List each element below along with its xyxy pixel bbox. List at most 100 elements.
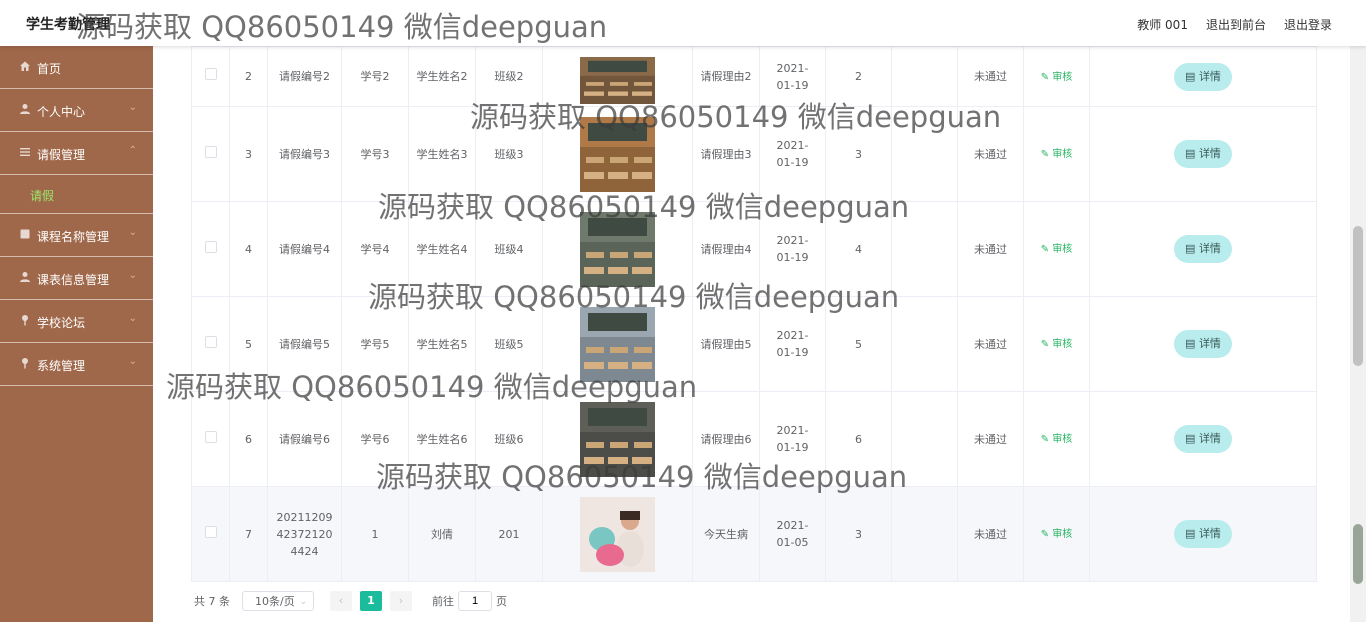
audit-button[interactable]: ✎ 审核 — [1041, 434, 1073, 445]
detail-button[interactable]: ▤ 详情 — [1174, 330, 1232, 358]
student-name-cell: 学生姓名2 — [408, 46, 476, 107]
edit-icon: ✎ — [1040, 244, 1053, 255]
chevron-down-icon: ⌄ — [128, 356, 137, 367]
page-size-value: 10条/页 — [255, 595, 295, 608]
row-checkbox[interactable] — [204, 335, 217, 348]
sidebar-item-home[interactable]: 首页 — [0, 46, 153, 89]
sidebar: 首页 个人中心 ⌄ 请假管理 ⌃ 请假 课程名称管理 ⌄ 课表信息管理 ⌄ 学校… — [0, 46, 153, 622]
book-icon — [20, 229, 30, 239]
chevron-up-icon: ⌃ — [128, 145, 137, 156]
goto-page-input[interactable] — [458, 591, 492, 611]
row-checkbox[interactable] — [204, 525, 217, 538]
sidebar-item-forum[interactable]: 学校论坛 ⌄ — [0, 300, 153, 343]
audit-button[interactable]: ✎ 审核 — [1041, 339, 1073, 350]
date-text: 2021-01-19 — [776, 139, 809, 169]
table-row: 6 请假编号6 学号6 学生姓名6 班级6 请假理由6 2021-01-19 6 未通过 ✎ 审核… — [191, 391, 1317, 487]
sidebar-item-leave-management[interactable]: 请假管理 ⌃ — [0, 132, 153, 175]
audit-cell: ✎ 审核 — [1023, 391, 1090, 487]
row-checkbox[interactable] — [204, 68, 217, 80]
checkbox-cell — [191, 201, 230, 297]
checkbox-cell — [191, 46, 230, 107]
student-name-cell: 学生姓名3 — [408, 106, 476, 202]
date-cell: 2021-01-19 — [759, 46, 826, 107]
checkbox-cell — [191, 391, 230, 487]
row-checkbox[interactable] — [204, 145, 217, 158]
sidebar-item-label: 首页 — [37, 62, 62, 76]
row-checkbox[interactable] — [204, 240, 217, 253]
sidebar-item-label: 请假管理 — [37, 148, 86, 162]
index-cell: 2 — [229, 46, 268, 107]
edit-icon: ✎ — [1040, 434, 1053, 445]
photo-cell — [542, 106, 693, 202]
page-scrollbar[interactable] — [1350, 46, 1366, 622]
actions-cell: ▤ 详情 — [1089, 296, 1317, 392]
leave-photo — [580, 401, 655, 477]
detail-button[interactable]: ▤ 详情 — [1174, 425, 1232, 453]
detail-button[interactable]: ▤ 详情 — [1174, 140, 1232, 168]
exit-to-front-link[interactable]: 退出到前台 — [1206, 16, 1266, 33]
leave-photo — [580, 57, 655, 104]
detail-button[interactable]: ▤ 详情 — [1174, 235, 1232, 263]
list-icon — [20, 148, 30, 156]
detail-button[interactable]: ▤ 详情 — [1174, 520, 1232, 548]
sidebar-item-label: 系统管理 — [37, 359, 86, 373]
top-header: 学生考勤管理 教师 001 退出到前台 退出登录 — [0, 0, 1366, 46]
sidebar-subitem-label: 请假 — [30, 189, 55, 203]
photo-cell — [542, 46, 693, 107]
audit-button[interactable]: ✎ 审核 — [1041, 529, 1073, 540]
days-cell: 3 — [825, 486, 892, 582]
days-cell: 5 — [825, 296, 892, 392]
app-title: 学生考勤管理 — [26, 17, 110, 33]
sidebar-subitem-leave[interactable]: 请假 — [0, 175, 153, 214]
sidebar-item-profile[interactable]: 个人中心 ⌄ — [0, 89, 153, 132]
student-name-cell: 学生姓名4 — [408, 201, 476, 297]
date-text: 2021-01-19 — [776, 424, 809, 454]
page-number-button[interactable]: 1 — [360, 591, 382, 611]
photo-cell — [542, 486, 693, 582]
index-cell: 7 — [229, 486, 268, 582]
page-size-select[interactable]: 10条/页 ⌄ — [242, 591, 314, 611]
detail-label: 详情 — [1198, 242, 1221, 255]
index-cell: 6 — [229, 391, 268, 487]
days-cell: 3 — [825, 106, 892, 202]
audit-button[interactable]: ✎ 审核 — [1041, 244, 1073, 255]
document-icon: ▤ — [1185, 147, 1199, 160]
pin-icon — [22, 315, 28, 326]
sidebar-item-label: 课表信息管理 — [37, 273, 110, 287]
next-page-button[interactable]: › — [390, 591, 412, 611]
audit-cell: ✎ 审核 — [1023, 201, 1090, 297]
detail-label: 详情 — [1198, 337, 1221, 350]
class-cell: 班级6 — [475, 391, 543, 487]
index-cell: 4 — [229, 201, 268, 297]
scrollbar-thumb-secondary[interactable] — [1353, 524, 1363, 584]
days-cell: 2 — [825, 46, 892, 107]
leave-table-wrap: 2 请假编号2 学号2 学生姓名2 班级2 请假理由2 2021-01-19 2 未通过 ✎ 审核… — [191, 46, 1317, 582]
blank-cell — [891, 106, 958, 202]
reason-cell: 请假理由4 — [692, 201, 760, 297]
sidebar-item-schedule[interactable]: 课表信息管理 ⌄ — [0, 257, 153, 300]
detail-label: 详情 — [1198, 147, 1221, 160]
audit-button[interactable]: ✎ 审核 — [1041, 72, 1073, 83]
class-cell: 班级5 — [475, 296, 543, 392]
reason-cell: 请假理由2 — [692, 46, 760, 107]
sidebar-item-course-name[interactable]: 课程名称管理 ⌄ — [0, 214, 153, 257]
row-checkbox[interactable] — [204, 430, 217, 443]
leave-no-cell: 20211209423721204424 — [267, 486, 342, 582]
audit-label: 审核 — [1052, 244, 1073, 255]
pagination: 共 7 条 10条/页 ⌄ ‹ 1 › 前往 页 — [194, 590, 507, 612]
audit-button[interactable]: ✎ 审核 — [1041, 149, 1073, 160]
prev-page-button[interactable]: ‹ — [330, 591, 352, 611]
photo-cell — [542, 296, 693, 392]
detail-label: 详情 — [1198, 527, 1221, 540]
leave-no-text: 请假编号6 — [279, 432, 330, 446]
date-cell: 2021-01-19 — [759, 201, 826, 297]
sidebar-item-system[interactable]: 系统管理 ⌄ — [0, 343, 153, 386]
user-icon — [20, 272, 30, 282]
student-no-cell: 学号5 — [341, 296, 409, 392]
logout-link[interactable]: 退出登录 — [1284, 16, 1332, 33]
date-cell: 2021-01-19 — [759, 106, 826, 202]
detail-button[interactable]: ▤ 详情 — [1174, 62, 1232, 91]
leave-no-cell: 请假编号5 — [267, 296, 342, 392]
scrollbar-thumb[interactable] — [1353, 226, 1363, 366]
index-cell: 5 — [229, 296, 268, 392]
